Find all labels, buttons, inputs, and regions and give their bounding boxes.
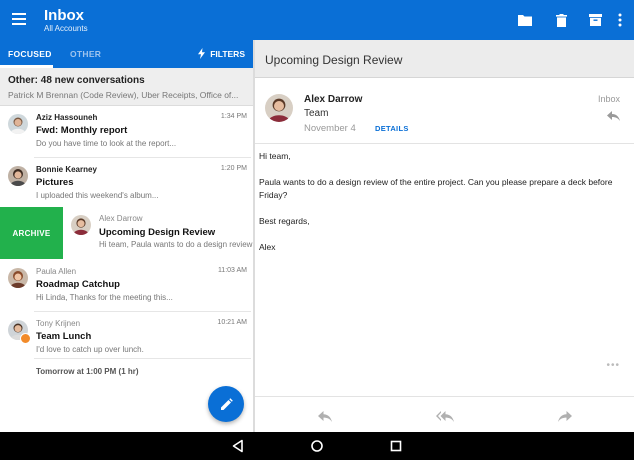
- message-body: Hi team, Paula wants to do a design revi…: [259, 150, 629, 267]
- header-divider: [255, 143, 634, 144]
- delete-icon[interactable]: [551, 10, 571, 30]
- message-preview: Hi Linda, Thanks for the meeting this...: [36, 293, 173, 302]
- reading-header: Upcoming Design Review: [255, 40, 634, 78]
- body-paragraph: Alex: [259, 242, 276, 252]
- message-preview: I uploaded this weekend's album...: [36, 191, 159, 200]
- app-subtitle: All Accounts: [44, 24, 88, 33]
- body-paragraph: Hi team,: [259, 151, 291, 161]
- more-options-icon[interactable]: •••: [606, 360, 620, 371]
- reply-all-icon[interactable]: [433, 409, 457, 423]
- filters-button[interactable]: FILTERS: [198, 48, 245, 59]
- message-preview: Do you have time to look at the report..…: [36, 139, 177, 148]
- message-list-pane: FOCUSED OTHER FILTERS Other: 48 new conv…: [0, 40, 253, 432]
- app-bar: Inbox All Accounts: [0, 0, 634, 40]
- back-icon[interactable]: [231, 439, 245, 453]
- other-summary-title: Other: 48 new conversations: [8, 75, 145, 86]
- recipient: Team: [304, 108, 329, 119]
- message-sender: Bonnie Kearney: [36, 165, 97, 174]
- avatar: [8, 166, 28, 186]
- message-preview: I'd love to catch up over lunch.: [36, 345, 144, 354]
- system-nav-bar: [0, 432, 634, 460]
- message-title: Upcoming Design Review: [265, 53, 403, 67]
- message-sender: Aziz Hassouneh: [36, 113, 98, 122]
- body-paragraph: Paula wants to do a design review of the…: [259, 177, 613, 200]
- body-paragraph: Best regards,: [259, 216, 310, 226]
- avatar: [8, 268, 28, 288]
- compose-pencil-icon: [220, 397, 233, 410]
- message-subject: Roadmap Catchup: [36, 279, 120, 290]
- message-time: 1:20 PM: [220, 165, 247, 172]
- lightning-icon: [198, 48, 206, 59]
- archive-icon[interactable]: [585, 10, 605, 30]
- calendar-badge-icon: [20, 333, 31, 344]
- message-row-swiped[interactable]: Alex Darrow Upcoming Design Review Hi te…: [63, 207, 253, 259]
- other-inbox-summary[interactable]: Other: 48 new conversations Patrick M Br…: [0, 68, 253, 106]
- reply-icon[interactable]: [607, 108, 620, 126]
- message-row[interactable]: Aziz Hassouneh 1:34 PM Fwd: Monthly repo…: [0, 106, 253, 158]
- message-subject: Upcoming Design Review: [99, 227, 216, 238]
- message-time: 10:21 AM: [217, 319, 247, 326]
- home-icon[interactable]: [310, 439, 324, 453]
- message-time: 11:03 AM: [217, 267, 247, 274]
- message-subject: Fwd: Monthly report: [36, 125, 128, 136]
- recents-icon[interactable]: [389, 439, 403, 453]
- archive-swipe-action[interactable]: ARCHIVE: [0, 207, 63, 259]
- tab-other[interactable]: OTHER: [70, 49, 101, 59]
- folder-icon[interactable]: [515, 10, 535, 30]
- reading-pane: Upcoming Design Review Alex Darrow Team …: [255, 40, 634, 432]
- message-sender: Paula Allen: [36, 267, 77, 276]
- app-title: Inbox: [44, 7, 84, 24]
- message-date: November 4: [304, 123, 356, 134]
- sender-name: Alex Darrow: [304, 94, 363, 105]
- avatar: [8, 114, 28, 134]
- screen: Inbox All Accounts FOCUSED OTHER FILTERS…: [0, 0, 634, 460]
- sender-avatar: [265, 94, 293, 122]
- message-sender: Tony Krijnen: [36, 319, 81, 328]
- message-time: 1:34 PM: [220, 113, 247, 120]
- event-time: Tomorrow at 1:00 PM (1 hr): [36, 367, 139, 376]
- message-preview: Hi team, Paula wants to do a design revi…: [99, 240, 253, 249]
- overflow-menu-icon[interactable]: [610, 10, 630, 30]
- forward-icon[interactable]: [555, 409, 575, 423]
- details-link[interactable]: DETAILS: [375, 124, 409, 133]
- other-summary-senders: Patrick M Brennan (Code Review), Uber Re…: [8, 90, 239, 100]
- filters-label: FILTERS: [210, 48, 245, 59]
- message-row[interactable]: Paula Allen 11:03 AM Roadmap Catchup Hi …: [0, 260, 253, 312]
- folder-label: Inbox: [597, 94, 620, 104]
- reply-icon[interactable]: [315, 409, 335, 423]
- message-sender: Alex Darrow: [99, 214, 143, 223]
- inbox-tabs: FOCUSED OTHER FILTERS: [0, 40, 253, 68]
- avatar: [71, 215, 91, 235]
- tab-focused[interactable]: FOCUSED: [8, 49, 52, 59]
- message-subject: Pictures: [36, 177, 74, 188]
- message-row[interactable]: Bonnie Kearney 1:20 PM Pictures I upload…: [0, 158, 253, 210]
- row-divider: [34, 358, 251, 359]
- hamburger-menu-icon[interactable]: [12, 13, 26, 25]
- compose-button[interactable]: [208, 386, 244, 422]
- message-subject: Team Lunch: [36, 331, 92, 342]
- reply-toolbar: [255, 396, 634, 432]
